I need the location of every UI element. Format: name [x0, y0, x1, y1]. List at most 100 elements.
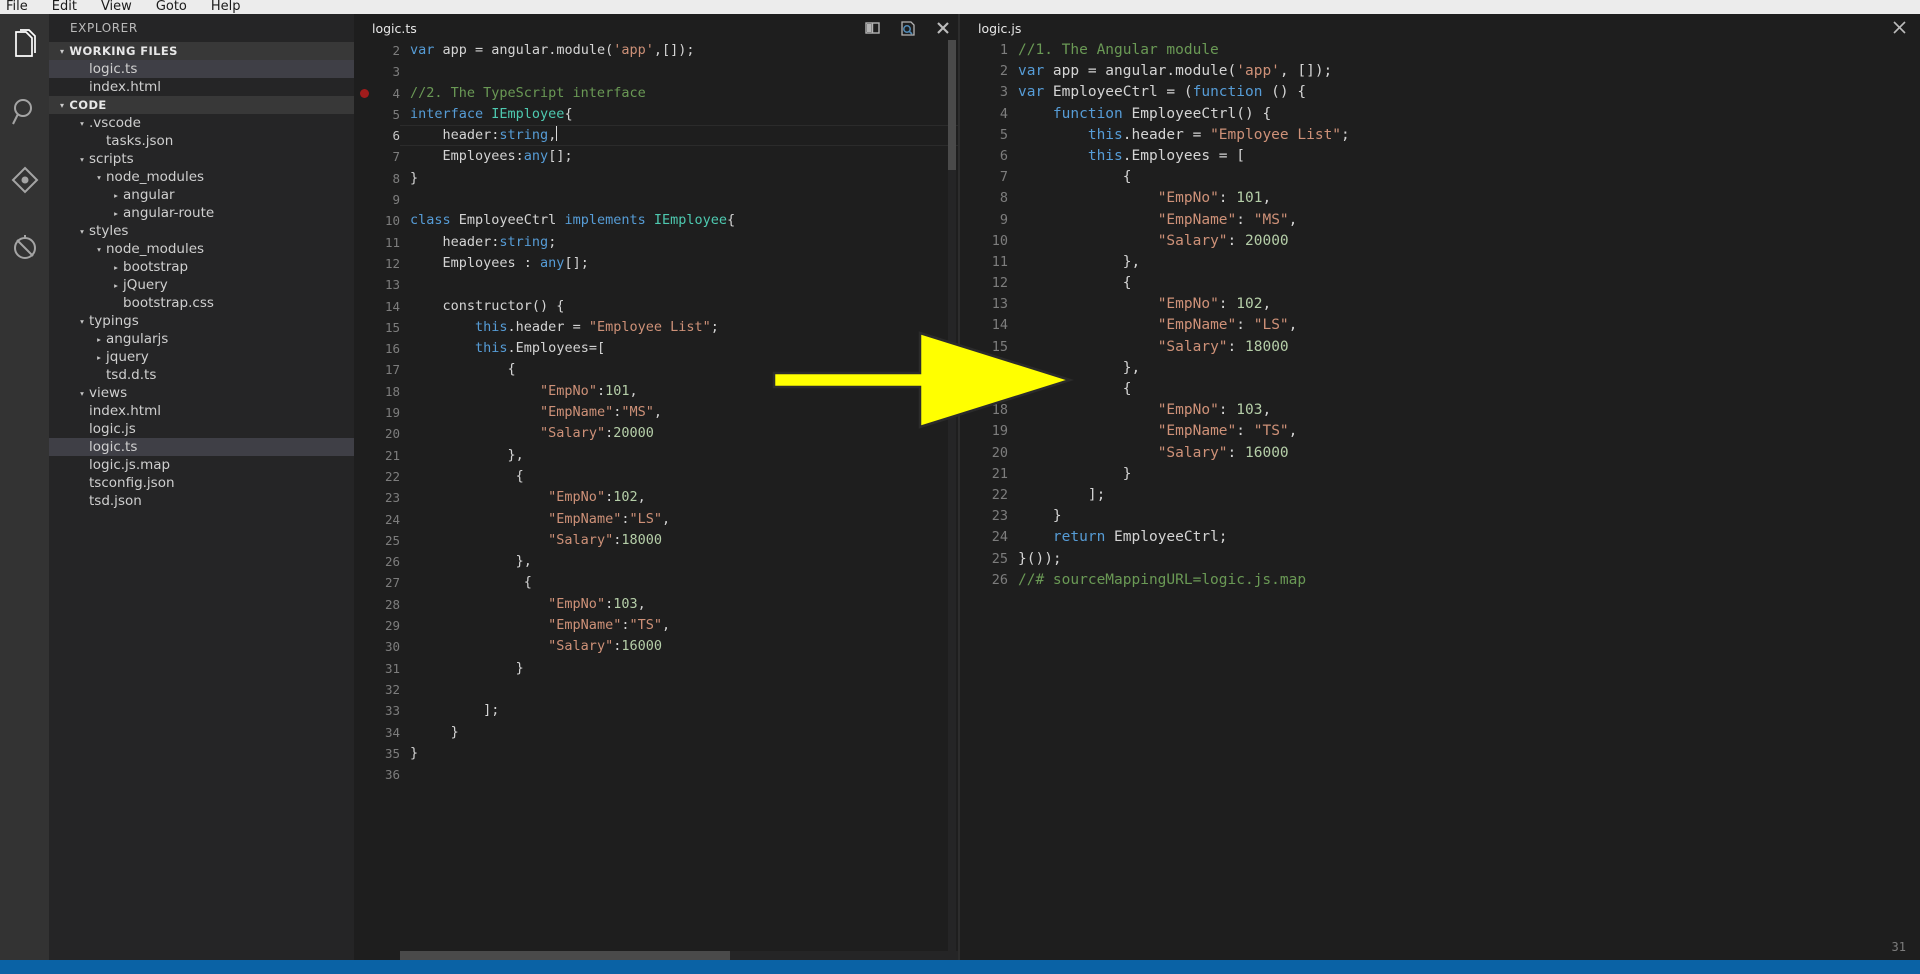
line-number: 13 — [384, 277, 400, 293]
sidebar-item-tsd-d-ts[interactable]: ▸tsd.d.ts — [49, 366, 354, 384]
sidebar-item-bootstrap-css[interactable]: ▸bootstrap.css — [49, 294, 354, 312]
tab-logic-ts[interactable]: logic.ts — [372, 14, 417, 42]
sidebar-item-logic-ts[interactable]: ▸logic.ts — [49, 438, 354, 456]
code-line-text: //# sourceMappingURL=logic.js.map — [1018, 571, 1307, 588]
sidebar-item-label: logic.js.map — [89, 457, 171, 473]
line-number: 1 — [999, 42, 1008, 58]
explorer-icon[interactable] — [5, 24, 45, 64]
close-icon-js[interactable] — [1892, 20, 1908, 36]
overflow-line-number: 31 — [1891, 940, 1906, 954]
source-control-icon[interactable] — [5, 160, 45, 200]
typescript-code-area[interactable]: 2 var app = angular.module('app',[]); 3 4//… — [354, 40, 960, 934]
sidebar-section-working-files[interactable]: ▾ WORKING FILES — [49, 42, 354, 60]
line-number: 20 — [384, 426, 400, 442]
code-line-text: }, — [1018, 359, 1141, 376]
code-line: 27 { — [354, 572, 960, 593]
sidebar-item-node-modules[interactable]: ▾ node_modules — [49, 168, 354, 186]
activity-bar — [0, 14, 49, 960]
sidebar-section-label: CODE — [69, 98, 107, 112]
code-line-text: "EmpName":"MS", — [540, 404, 662, 421]
line-number: 14 — [991, 317, 1008, 334]
code-line-text: } — [410, 169, 419, 186]
sidebar-section-code[interactable]: ▾ CODE — [49, 96, 354, 114]
sidebar-item-tsd-json[interactable]: ▸tsd.json — [49, 492, 354, 510]
split-editor-icon[interactable] — [865, 21, 880, 35]
sidebar-item-label: styles — [89, 223, 129, 239]
menu-item-edit[interactable]: Edit — [52, 0, 77, 13]
code-line-text: "EmpNo":103, — [548, 595, 646, 612]
close-icon[interactable] — [936, 21, 950, 35]
menu-item-file[interactable]: File — [6, 0, 28, 13]
chevron-down-icon: ▾ — [80, 118, 84, 128]
sidebar-item-typings[interactable]: ▾ typings — [49, 312, 354, 330]
code-line: 32 — [354, 679, 960, 700]
code-line: 6 header:string, — [354, 125, 960, 147]
sidebar-item-jquery[interactable]: ▸ jquery — [49, 348, 354, 366]
menu-item-view[interactable]: View — [101, 0, 132, 13]
sidebar-item-logic-js-map[interactable]: ▸logic.js.map — [49, 456, 354, 474]
sidebar-item-jquery[interactable]: ▸ jQuery — [49, 276, 354, 294]
sidebar-item-label: node_modules — [106, 169, 205, 185]
sidebar-item-label: tsd.json — [89, 493, 142, 509]
line-number: 28 — [384, 596, 400, 612]
line-number: 21 — [384, 447, 400, 463]
line-number: 7 — [999, 169, 1008, 186]
horizontal-scrollbar[interactable] — [400, 951, 960, 960]
debug-icon[interactable] — [5, 228, 45, 268]
line-number: 34 — [384, 724, 400, 740]
sidebar-item-logic-js[interactable]: ▸logic.js — [49, 420, 354, 438]
code-line: 4 function EmployeeCtrl() { — [960, 104, 1920, 125]
code-line: 35} — [354, 743, 960, 764]
sidebar-item-angularjs[interactable]: ▸ angularjs — [49, 330, 354, 348]
vertical-scrollbar[interactable] — [948, 40, 956, 960]
sidebar-item-label: bootstrap.css — [123, 295, 214, 311]
menu-bar[interactable]: File Edit View Goto Help — [0, 0, 1920, 14]
line-number: 24 — [991, 529, 1008, 546]
code-line-text: "Salary": 20000 — [1157, 232, 1289, 249]
code-line-text: //2. The TypeScript interface — [410, 84, 646, 101]
sidebar-item-node-modules[interactable]: ▾ node_modules — [49, 240, 354, 258]
sidebar-item-views[interactable]: ▾ views — [49, 384, 354, 402]
line-number: 3 — [999, 84, 1008, 101]
sidebar-item-index-html[interactable]: ▸index.html — [49, 78, 354, 96]
code-line: 14 "EmpName": "LS", — [960, 315, 1920, 336]
sidebar-item-scripts[interactable]: ▾ scripts — [49, 150, 354, 168]
code-line: 23 } — [960, 506, 1920, 527]
sidebar-item--vscode[interactable]: ▾ .vscode — [49, 114, 354, 132]
code-line: 34 } — [354, 722, 960, 743]
explorer-sidebar: EXPLORER ▾WORKING FILES▸logic.ts▸index.h… — [49, 14, 354, 960]
menu-item-help[interactable]: Help — [211, 0, 241, 13]
preview-icon[interactable] — [900, 20, 916, 36]
sidebar-item-styles[interactable]: ▾ styles — [49, 222, 354, 240]
menu-item-goto[interactable]: Goto — [156, 0, 187, 13]
sidebar-item-bootstrap[interactable]: ▸ bootstrap — [49, 258, 354, 276]
code-line: 15 "Salary": 18000 — [960, 337, 1920, 358]
code-line-text: { — [1018, 275, 1132, 292]
sidebar-item-tsconfig-json[interactable]: ▸tsconfig.json — [49, 474, 354, 492]
sidebar-item-angular-route[interactable]: ▸ angular-route — [49, 204, 354, 222]
chevron-right-icon: ▸ — [114, 262, 118, 272]
sidebar-item-tasks-json[interactable]: ▸tasks.json — [49, 132, 354, 150]
code-line: 5 this.header = "Employee List"; — [960, 125, 1920, 146]
line-number: 15 — [384, 319, 400, 335]
search-icon[interactable] — [5, 92, 45, 132]
chevron-down-icon: ▾ — [80, 316, 84, 326]
tab-logic-js[interactable]: logic.js — [978, 14, 1021, 42]
line-number: 4 — [999, 105, 1008, 122]
sidebar-item-index-html[interactable]: ▸index.html — [49, 402, 354, 420]
editor-pane-typescript: logic.ts 2 var app = angular.module('app… — [354, 14, 960, 960]
code-line: 19 "EmpName":"MS", — [354, 402, 960, 423]
code-line: 11 }, — [960, 252, 1920, 273]
code-line: 1 //1. The Angular module — [960, 40, 1920, 61]
sidebar-item-angular[interactable]: ▸ angular — [49, 186, 354, 204]
code-line-text: ]; — [1018, 486, 1106, 503]
code-line-text: constructor() { — [410, 297, 565, 314]
sidebar-item-logic-ts[interactable]: ▸logic.ts — [49, 60, 354, 78]
sidebar-item-label: index.html — [89, 79, 161, 95]
javascript-code-area[interactable]: 1 //1. The Angular module 2 var app = angul… — [960, 40, 1920, 940]
line-number: 8 — [392, 170, 400, 186]
code-line-text: this.header = "Employee List"; — [475, 318, 719, 335]
code-line-text: } — [1018, 465, 1132, 482]
code-line-text: var app = angular.module('app', []); — [1018, 63, 1333, 80]
line-number: 11 — [991, 253, 1008, 270]
